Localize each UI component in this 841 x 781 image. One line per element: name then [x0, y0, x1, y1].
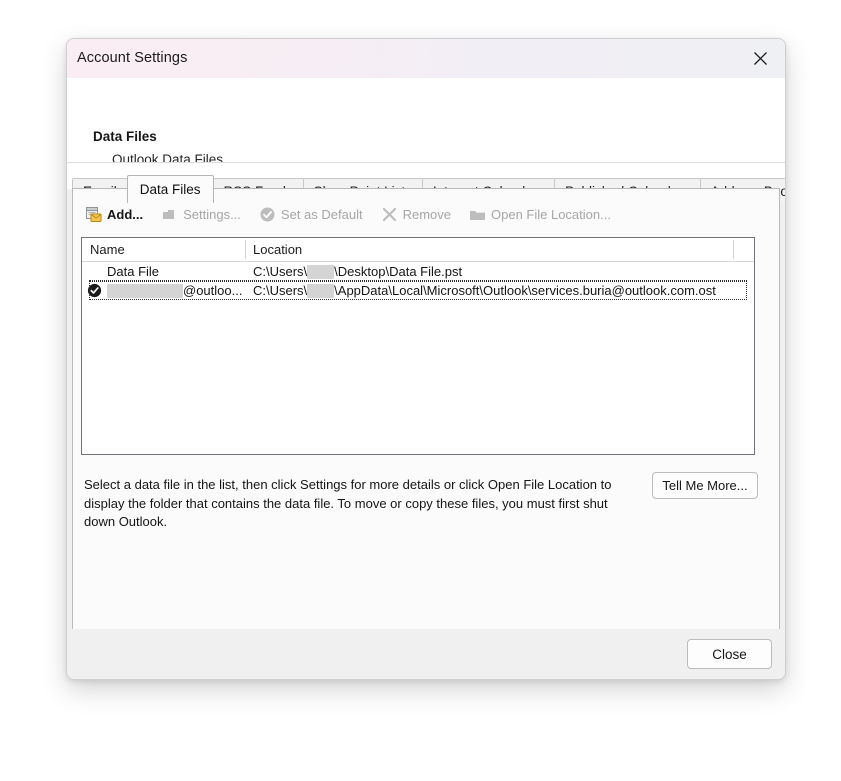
- dialog-titlebar: Account Settings: [67, 39, 785, 79]
- dialog-header: Data Files Outlook Data Files: [67, 79, 785, 167]
- listview-rows: Data File C:\Users\ \Desktop\Data File.pst…: [82, 262, 754, 300]
- toolbar-open-file-location-button: Open File Location...: [465, 202, 619, 226]
- add-data-file-icon: [85, 206, 102, 223]
- check-circle-icon: [259, 206, 276, 223]
- tell-me-more-button[interactable]: Tell Me More...: [652, 472, 758, 499]
- column-divider-2[interactable]: [733, 240, 734, 259]
- toolbar-remove-button: Remove: [377, 202, 459, 226]
- toolbar-item-label: Add...: [107, 206, 144, 222]
- toolbar-item-label: Open File Location...: [491, 206, 611, 222]
- close-button[interactable]: Close: [687, 639, 772, 669]
- toolbar-set-as-default-button: Set as Default: [255, 202, 371, 226]
- close-window-button[interactable]: [739, 41, 781, 75]
- data-files-listview[interactable]: Name Location Data File C:\Users\ \Desktop…: [81, 237, 755, 455]
- tab-strip: EmailData FilesRSS FeedsSharePoint Lists…: [67, 162, 785, 203]
- account-settings-dialog: Account Settings Data Files Outlook Data…: [66, 38, 786, 680]
- dialog-title: Account Settings: [77, 50, 188, 66]
- table-row[interactable]: Data File C:\Users\ \Desktop\Data File.pst: [82, 262, 754, 281]
- toolbar-settings-button: Settings...: [157, 202, 249, 226]
- column-header-name[interactable]: Name: [90, 242, 125, 257]
- page-title: Data Files: [93, 129, 157, 144]
- toolbar-item-label: Set as Default: [280, 206, 363, 222]
- dialog-footer: Close: [67, 629, 785, 679]
- toolbar-item-label: Remove: [402, 206, 451, 222]
- tab-label: Data Files: [139, 182, 201, 197]
- cell-location-suffix: \Desktop\Data File.pst: [334, 264, 463, 279]
- folder-icon: [469, 206, 486, 223]
- cell-location-prefix: C:\Users\: [253, 264, 308, 279]
- cell-name-text: Data File: [107, 264, 160, 279]
- toolbar-add-button[interactable]: Add...: [81, 202, 151, 226]
- listview-header: Name Location: [82, 238, 754, 262]
- tab-data-files[interactable]: Data Files: [126, 175, 214, 203]
- close-icon: [753, 51, 768, 66]
- data-files-tab-panel: Add... Settings... Set as Default Remove Ope…: [72, 188, 780, 630]
- column-divider-1[interactable]: [245, 240, 246, 259]
- table-row[interactable]: @outloo... C:\Users\ \AppData\Local\Micros…: [82, 281, 754, 300]
- row-focus-indicator: [89, 281, 747, 300]
- cell-location: C:\Users\ \Desktop\Data File.pst: [253, 264, 462, 279]
- data-files-toolbar: Add... Settings... Set as Default Remove Ope…: [81, 201, 625, 227]
- remove-x-icon: [381, 206, 398, 223]
- toolbar-item-label: Settings...: [183, 206, 241, 222]
- cell-name: Data File: [107, 264, 159, 279]
- description-text: Select a data file in the list, then cli…: [84, 477, 612, 529]
- settings-icon: [161, 206, 178, 223]
- column-header-location[interactable]: Location: [253, 242, 302, 257]
- redacted-username-block: [307, 265, 335, 279]
- screen-background: Account Settings Data Files Outlook Data…: [0, 0, 841, 781]
